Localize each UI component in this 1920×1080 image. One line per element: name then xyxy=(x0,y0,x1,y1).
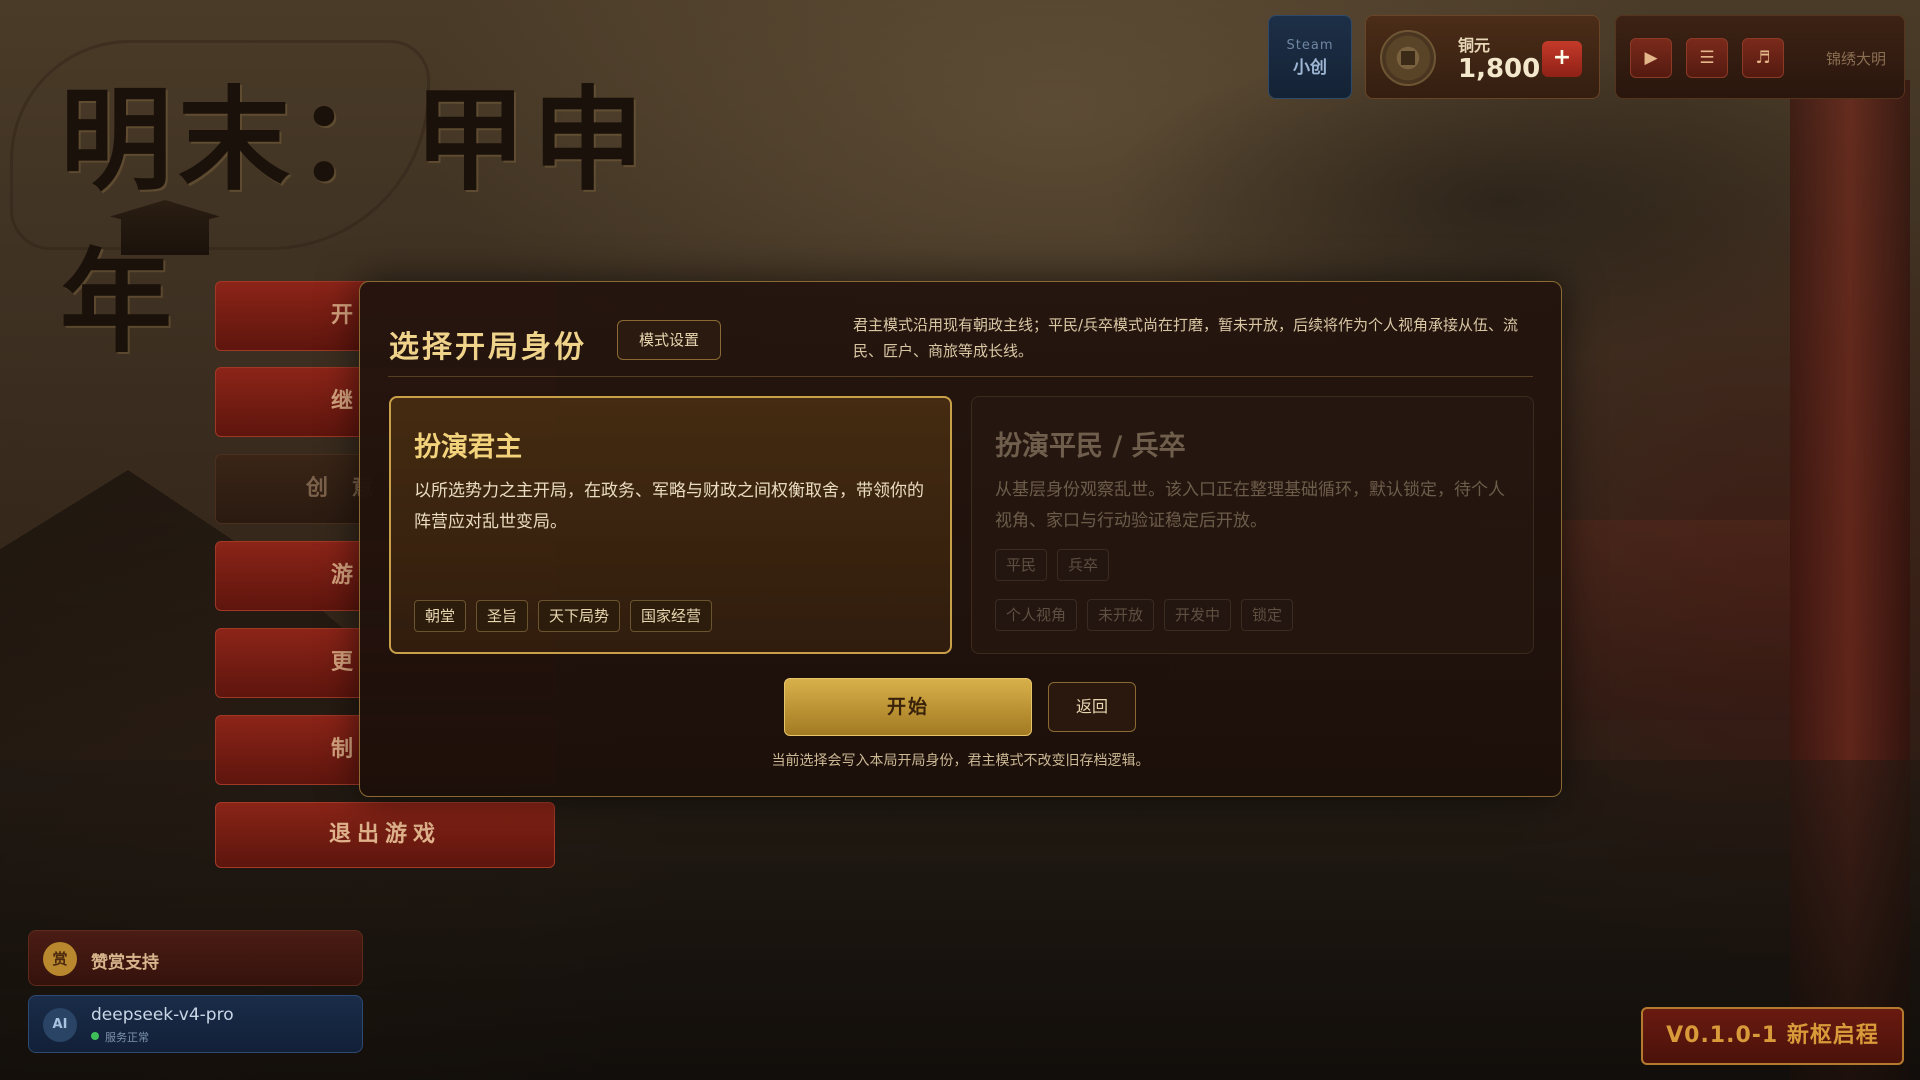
support-label: 赞赏支持 xyxy=(91,953,159,973)
tag-world-situation: 天下局势 xyxy=(538,600,621,632)
add-currency-button[interactable]: + xyxy=(1542,41,1582,77)
card-commoner-soldier[interactable]: 扮演平民 / 兵卒 从基层身份观察乱世。该入口正在整理基础循环，默认锁定，待个人… xyxy=(971,396,1534,654)
steam-user: 小创 xyxy=(1293,58,1327,78)
dialog-title: 选择开局身份 xyxy=(389,330,587,365)
music-note-icon[interactable]: ♬ xyxy=(1742,38,1784,78)
dialog-footer-note: 当前选择会写入本局开局身份，君主模式不改变旧存档逻辑。 xyxy=(771,753,1150,769)
tag-not-open: 未开放 xyxy=(1087,599,1155,631)
status-dot-icon xyxy=(91,1032,99,1040)
model-status: 服务正常 xyxy=(105,1031,149,1044)
back-button[interactable]: 返回 xyxy=(1048,682,1136,732)
playlist-icon[interactable]: ☰ xyxy=(1686,38,1728,78)
card-title: 扮演平民 / 兵卒 xyxy=(995,431,1186,462)
tag-soldier: 兵卒 xyxy=(1057,549,1110,581)
copper-coin-icon xyxy=(1380,30,1436,86)
tag-edict: 圣旨 xyxy=(476,600,529,632)
dialog-note: 君主模式沿用现有朝政主线；平民/兵卒模式尚在打磨，暂未开放，后续将作为个人视角承… xyxy=(853,316,1519,360)
card-description: 以所选势力之主开局，在政务、军略与财政之间权衡取舍，带领你的阵营应对乱世变局。 xyxy=(414,481,924,532)
play-icon[interactable]: ▶ xyxy=(1630,38,1672,78)
card-description: 从基层身份观察乱世。该入口正在整理基础循环，默认锁定，待个人视角、家口与行动验证… xyxy=(995,480,1505,531)
music-panel: ▶ ☰ ♬ 锦绣大明 xyxy=(1615,15,1905,99)
steam-button[interactable]: Steam 小创 xyxy=(1268,15,1352,99)
mode-settings-button[interactable]: 模式设置 xyxy=(617,320,721,360)
tag-commoner: 平民 xyxy=(995,549,1048,581)
exit-game-button[interactable]: 退出游戏 xyxy=(215,802,555,868)
background-pillar xyxy=(1790,80,1910,1080)
reward-icon: 赏 xyxy=(43,942,77,976)
currency-panel: 铜元 1,800 + xyxy=(1365,15,1600,99)
tag-in-development: 开发中 xyxy=(1164,599,1232,631)
steam-label: Steam xyxy=(1286,38,1334,53)
tag-personal-view: 个人视角 xyxy=(995,599,1078,631)
model-name: deepseek-v4-pro xyxy=(91,1005,234,1025)
tag-locked: 锁定 xyxy=(1241,599,1294,631)
support-button[interactable]: 赏 赞赏支持 xyxy=(28,930,363,986)
ai-icon: AI xyxy=(43,1008,77,1042)
tag-national-management: 国家经营 xyxy=(630,600,713,632)
currency-value: 1,800 xyxy=(1458,54,1541,84)
ai-model-panel[interactable]: AI deepseek-v4-pro 服务正常 xyxy=(28,995,363,1053)
identity-select-dialog: 选择开局身份 模式设置 君主模式沿用现有朝政主线；平民/兵卒模式尚在打磨，暂未开… xyxy=(359,281,1562,797)
divider xyxy=(388,376,1533,377)
card-ruler[interactable]: 扮演君主 以所选势力之主开局，在政务、军略与财政之间权衡取舍，带领你的阵营应对乱… xyxy=(389,396,952,654)
start-button[interactable]: 开始 xyxy=(784,678,1032,736)
tag-court: 朝堂 xyxy=(414,600,467,632)
version-badge: V0.1.0-1 新枢启程 xyxy=(1641,1007,1904,1065)
game-logo: 明末：甲申年 xyxy=(10,10,730,368)
track-name: 锦绣大明 xyxy=(1826,50,1887,68)
currency-label: 铜元 xyxy=(1458,36,1491,55)
card-title: 扮演君主 xyxy=(414,432,522,463)
